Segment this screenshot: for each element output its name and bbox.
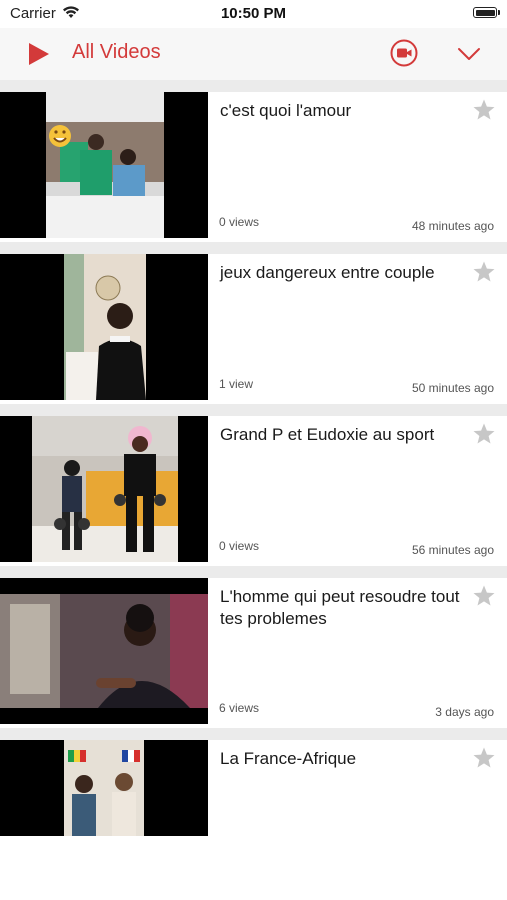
video-thumbnail[interactable] xyxy=(0,740,208,836)
favorite-star-icon[interactable] xyxy=(472,584,496,608)
favorite-star-icon[interactable] xyxy=(472,422,496,446)
battery-tip xyxy=(498,10,500,15)
row-separator xyxy=(0,404,507,416)
video-row[interactable]: jeux dangereux entre couple 1 view 50 mi… xyxy=(0,254,507,404)
favorite-star-icon[interactable] xyxy=(472,98,496,122)
play-logo-icon[interactable] xyxy=(26,42,50,66)
favorite-star-icon[interactable] xyxy=(472,260,496,284)
video-list: c'est quoi l'amour 0 views 48 minutes ag… xyxy=(0,80,507,836)
video-thumbnail[interactable] xyxy=(0,416,208,562)
row-separator xyxy=(0,566,507,578)
favorite-star-icon[interactable] xyxy=(472,746,496,770)
upload-time: 48 minutes ago xyxy=(411,219,494,233)
video-title[interactable]: L'homme qui peut resoudre tout tes probl… xyxy=(220,586,460,630)
view-count: 1 view xyxy=(219,377,254,391)
video-thumbnail[interactable] xyxy=(0,578,208,724)
nav-bar: All Videos xyxy=(0,28,507,80)
row-separator xyxy=(0,80,507,92)
status-bar: Carrier 10:50 PM xyxy=(0,0,507,28)
video-thumbnail[interactable] xyxy=(0,254,208,400)
video-title[interactable]: c'est quoi l'amour xyxy=(220,100,460,122)
view-count: 0 views xyxy=(219,539,260,553)
upload-time: 3 days ago xyxy=(435,705,494,719)
video-title[interactable]: La France-Afrique xyxy=(220,748,460,770)
video-title[interactable]: Grand P et Eudoxie au sport xyxy=(220,424,460,446)
battery-icon xyxy=(473,7,497,18)
upload-time: 50 minutes ago xyxy=(411,381,494,395)
row-separator xyxy=(0,728,507,740)
video-row[interactable]: Grand P et Eudoxie au sport 0 views 56 m… xyxy=(0,416,507,566)
video-row[interactable]: La France-Afrique xyxy=(0,740,507,836)
chevron-down-icon[interactable] xyxy=(456,42,482,66)
video-row[interactable]: L'homme qui peut resoudre tout tes probl… xyxy=(0,578,507,728)
record-video-icon[interactable] xyxy=(390,39,418,67)
video-row[interactable]: c'est quoi l'amour 0 views 48 minutes ag… xyxy=(0,92,507,242)
upload-time: 56 minutes ago xyxy=(411,543,494,557)
page-title: All Videos xyxy=(72,41,161,63)
row-separator xyxy=(0,242,507,254)
view-count: 6 views xyxy=(219,701,260,715)
clock: 10:50 PM xyxy=(220,5,287,22)
video-title[interactable]: jeux dangereux entre couple xyxy=(220,262,460,284)
video-thumbnail[interactable] xyxy=(0,92,208,238)
view-count: 0 views xyxy=(219,215,260,229)
